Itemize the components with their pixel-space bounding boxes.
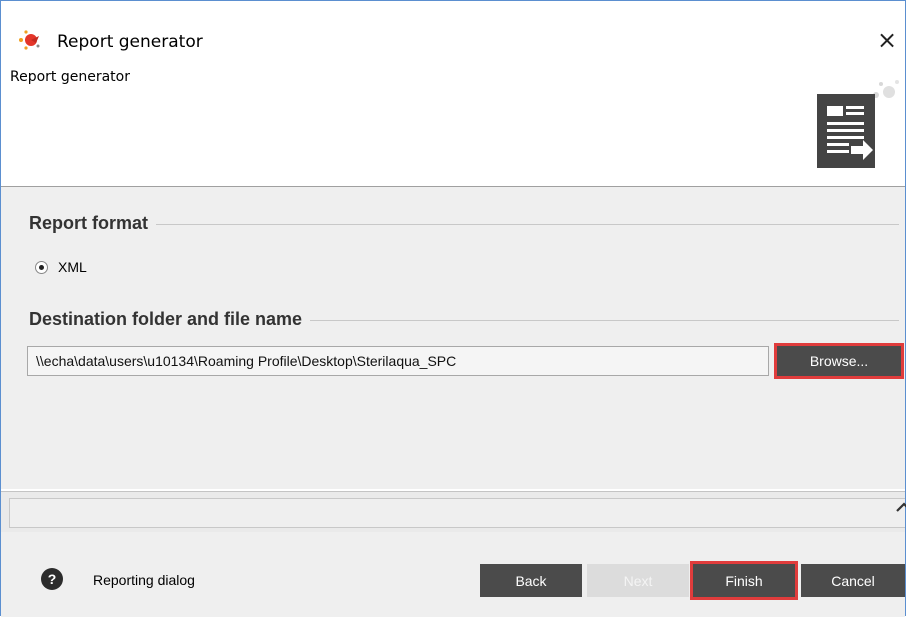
cancel-button[interactable]: Cancel <box>801 564 905 597</box>
dialog-header: Report generator <box>1 53 905 187</box>
xml-radio-option[interactable]: XML <box>35 259 87 275</box>
collapsible-strip <box>1 491 905 533</box>
back-button[interactable]: Back <box>480 564 582 597</box>
radio-selected-icon[interactable] <box>35 260 48 274</box>
section-divider <box>310 320 899 321</box>
window-title: Report generator <box>57 32 203 52</box>
report-generator-window: Report generator × Report generator Repo… <box>0 0 906 617</box>
app-logo-icon <box>19 30 40 50</box>
strip-panel <box>9 498 905 528</box>
report-format-title: Report format <box>29 213 149 233</box>
report-export-icon <box>817 80 899 168</box>
dialog-footer: ? Reporting dialog Back Next Finish Canc… <box>1 532 905 617</box>
section-divider <box>156 224 899 225</box>
footer-label: Reporting dialog <box>93 572 195 588</box>
close-icon: × <box>876 26 898 54</box>
header-title: Report generator <box>10 69 130 85</box>
destination-section: Destination folder and file name <box>29 309 899 330</box>
chevron-up-icon[interactable] <box>895 501 906 515</box>
browse-button[interactable]: Browse... <box>774 343 904 379</box>
finish-button[interactable]: Finish <box>690 561 798 600</box>
help-icon[interactable]: ? <box>41 568 63 590</box>
xml-radio-label: XML <box>58 259 87 275</box>
destination-title: Destination folder and file name <box>29 309 303 329</box>
title-bar: Report generator × <box>1 1 905 54</box>
content-panel: Report format XML Destination folder and… <box>1 187 905 489</box>
report-format-section: Report format <box>29 213 899 234</box>
close-button[interactable]: × <box>869 23 905 57</box>
destination-path-input[interactable] <box>27 346 769 376</box>
next-button[interactable]: Next <box>587 564 689 597</box>
